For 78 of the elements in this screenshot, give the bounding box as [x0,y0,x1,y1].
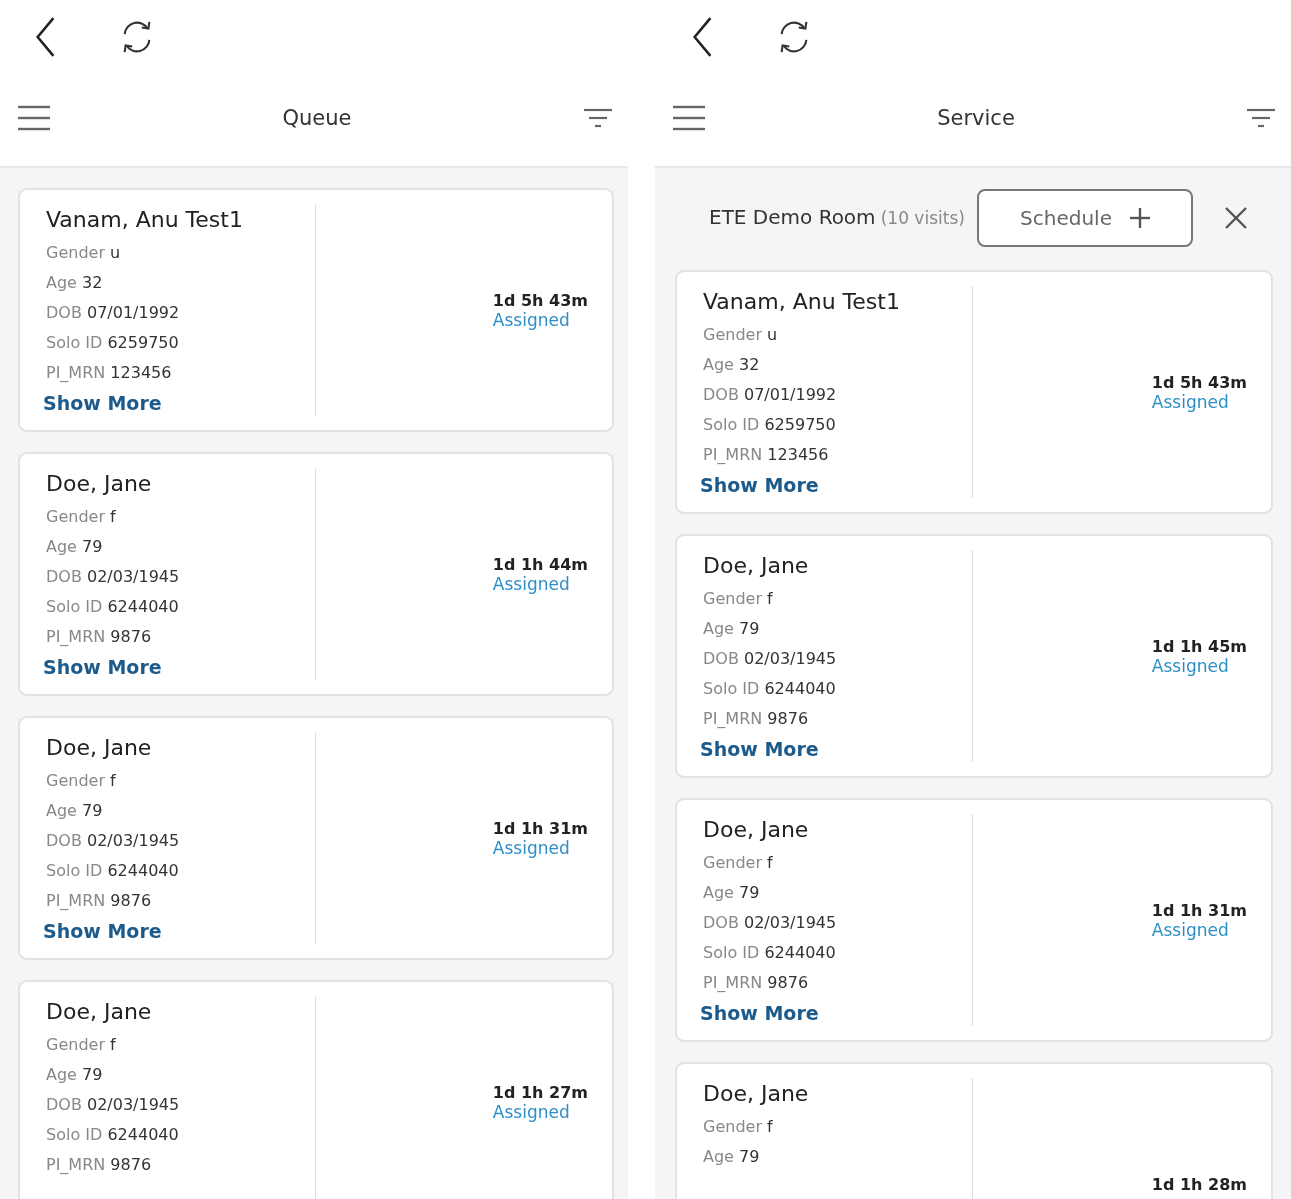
patient-name: Vanam, Anu Test1 [46,206,244,234]
wait-time: 1d 5h 43m [1151,372,1247,392]
patient-field: Solo ID 6244040 [46,592,315,622]
patient-name: Vanam, Anu Test1 [703,288,901,316]
screen-title: Queue [282,106,352,130]
patient-field: Gender f [703,848,972,878]
patient-field: DOB 02/03/1945 [46,562,315,592]
patient-field: PI_MRN 9876 [46,886,315,916]
patient-field: PI_MRN 123456 [46,358,315,388]
patient-field: Solo ID 6259750 [46,328,315,358]
patient-field: Solo ID 6259750 [703,410,972,440]
patient-field: Gender f [46,766,315,796]
patient-field: Solo ID 6244040 [703,674,972,704]
patient-card[interactable]: Doe, Jane Gender f Age 79 DOB 02/03/1945 Solo ID 6244040 PI_MRN 9876 Show More 1d 1h 31m Assigned [18,716,614,960]
patient-field: PI_MRN 123456 [703,440,972,470]
patient-name: Doe, Jane [703,1080,810,1108]
wait-time: 1d 1h 28m [1151,1174,1247,1194]
patient-field: Gender u [46,238,315,268]
patient-card[interactable]: Doe, Jane Gender f Age 79 DOB 02/03/1945 Solo ID 6244040 PI_MRN 9876 Show More 1d 1h 44m Assigned [18,452,614,696]
patient-field: PI_MRN 9876 [703,968,972,998]
schedule-button[interactable]: Schedule [977,189,1193,247]
patient-field: Gender u [703,320,972,350]
patient-card[interactable]: Doe, Jane Gender f Age 79 DOB 02/03/1945 Solo ID 6244040 PI_MRN 9876 Show More 1d 1h 45m Assigned [675,534,1273,778]
show-more-link[interactable]: Show More [43,920,162,942]
patient-card[interactable]: Doe, Jane Gender f Age 79 1d 1h 28m [675,1062,1273,1199]
patient-card[interactable]: Vanam, Anu Test1 Gender u Age 32 DOB 07/01/1992 Solo ID 6259750 PI_MRN 123456 Show More 1d 5h 43m Assigned [675,270,1273,514]
wait-time: 1d 1h 31m [1151,900,1247,920]
patient-field: DOB 02/03/1945 [46,1090,315,1120]
patient-name: Doe, Jane [703,552,810,580]
room-title: ETE Demo Room (10 visits) [709,204,966,231]
patient-name: Doe, Jane [703,816,810,844]
patient-field: Solo ID 6244040 [46,856,315,886]
status-label: Assigned [1151,919,1230,940]
patient-name: Doe, Jane [46,470,153,498]
wait-time: 1d 1h 44m [492,554,588,574]
status-label: Assigned [492,573,571,594]
patient-field: PI_MRN 9876 [46,1150,315,1180]
screen-title: Service [937,106,1015,130]
patient-field: Gender f [46,502,315,532]
patient-field: Gender f [703,584,972,614]
patient-field: Age 79 [703,614,972,644]
wait-time: 1d 5h 43m [492,290,588,310]
patient-field: PI_MRN 9876 [703,704,972,734]
patient-field: Age 79 [46,1060,315,1090]
wait-time: 1d 1h 27m [492,1082,588,1102]
patient-field: Age 79 [46,532,315,562]
patient-card[interactable]: Vanam, Anu Test1 Gender u Age 32 DOB 07/01/1992 Solo ID 6259750 PI_MRN 123456 Show More 1d 5h 43m Assigned [18,188,614,432]
patient-field: Gender f [703,1112,972,1142]
patient-name: Doe, Jane [46,998,153,1026]
wait-time: 1d 1h 31m [492,818,588,838]
wait-time: 1d 1h 45m [1151,636,1247,656]
patient-field: Age 79 [703,1142,972,1172]
patient-field: Age 32 [46,268,315,298]
patient-field: Solo ID 6244040 [46,1120,315,1150]
status-label: Assigned [492,1101,571,1122]
patient-field: Age 79 [46,796,315,826]
status-label: Assigned [1151,655,1230,676]
status-label: Assigned [1151,391,1230,412]
patient-field: DOB 02/03/1945 [46,826,315,856]
patient-field: Solo ID 6244040 [703,938,972,968]
show-more-link[interactable]: Show More [43,656,162,678]
patient-field: DOB 07/01/1992 [46,298,315,328]
show-more-link[interactable]: Show More [700,474,819,496]
patient-name: Doe, Jane [46,734,153,762]
patient-card[interactable]: Doe, Jane Gender f Age 79 DOB 02/03/1945 Solo ID 6244040 PI_MRN 9876 Show More 1d 1h 31m Assigned [675,798,1273,1042]
patient-field: DOB 02/03/1945 [703,644,972,674]
show-more-link[interactable]: Show More [700,738,819,760]
patient-field: PI_MRN 9876 [46,622,315,652]
patient-card[interactable]: Doe, Jane Gender f Age 79 DOB 02/03/1945 Solo ID 6244040 PI_MRN 9876 1d 1h 27m Assigned [18,980,614,1199]
patient-field: Gender f [46,1030,315,1060]
status-label: Assigned [492,837,571,858]
show-more-link[interactable]: Show More [700,1002,819,1024]
patient-field: DOB 07/01/1992 [703,380,972,410]
patient-field: DOB 02/03/1945 [703,908,972,938]
status-label: Assigned [492,309,571,330]
patient-field: Age 32 [703,350,972,380]
show-more-link[interactable]: Show More [43,392,162,414]
patient-field: Age 79 [703,878,972,908]
